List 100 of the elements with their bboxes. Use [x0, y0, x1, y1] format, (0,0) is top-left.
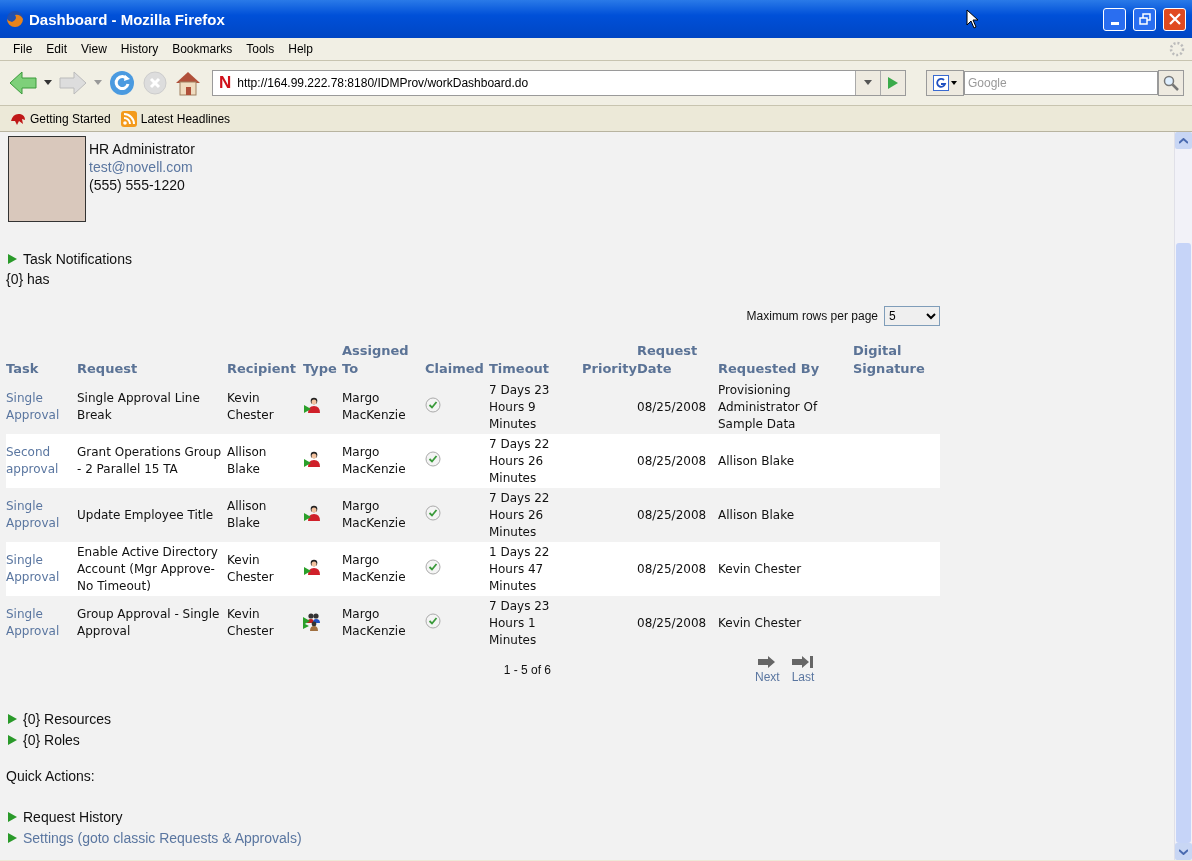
settings-link[interactable]: Settings (goto classic Requests & Approvals) — [23, 829, 302, 846]
table-cell: 1 Days 22 Hours 47 Minutes — [489, 542, 582, 596]
task-link[interactable]: Single Approval — [6, 498, 77, 532]
user-flag-icon — [303, 449, 321, 468]
menu-item[interactable]: Bookmarks — [165, 42, 240, 56]
scroll-down-icon[interactable] — [1179, 848, 1188, 855]
column-header[interactable]: Timeout — [489, 342, 582, 380]
column-header[interactable]: Assigned To — [342, 342, 425, 380]
table-cell: Allison Blake — [718, 488, 853, 542]
rows-per-page-label: Maximum rows per page — [746, 309, 878, 323]
throbber-icon — [1168, 40, 1186, 58]
table-cell: 7 Days 22 Hours 26 Minutes — [489, 434, 582, 488]
phone-number: (555) 555-1220 — [89, 176, 186, 194]
last-button[interactable]: Last — [791, 656, 815, 684]
column-header[interactable]: Recipient — [227, 342, 303, 380]
table-cell: Kevin Chester — [718, 542, 853, 596]
column-header[interactable]: Type — [303, 342, 342, 380]
reload-icon[interactable] — [108, 69, 136, 97]
triangle-icon — [8, 253, 17, 264]
table-cell: Kevin Chester — [227, 542, 303, 596]
menu-item[interactable]: Help — [281, 42, 320, 56]
table-cell: Allison Blake — [227, 434, 303, 488]
user-flag-icon — [303, 557, 321, 576]
menu-item[interactable]: View — [74, 42, 114, 56]
section-toggle[interactable]: Task Notifications — [23, 250, 132, 267]
task-link[interactable]: Single Approval — [6, 390, 77, 424]
play-icon — [887, 76, 899, 90]
table-cell: 7 Days 23 Hours 1 Minutes — [489, 596, 582, 650]
caret-icon[interactable] — [44, 80, 52, 86]
table-cell: Kevin Chester — [718, 596, 853, 650]
bookmark-item[interactable]: Getting Started — [10, 110, 111, 127]
caret-icon[interactable] — [951, 81, 957, 85]
menu-item[interactable]: Edit — [39, 42, 75, 56]
minimize-icon — [1110, 21, 1119, 25]
task-link[interactable]: Single Approval — [6, 606, 77, 640]
menu-item[interactable]: Tools — [239, 42, 282, 56]
dropdown-button[interactable] — [855, 71, 880, 95]
search-field[interactable]: Google — [964, 71, 1158, 95]
menu-item[interactable]: History — [113, 42, 166, 56]
column-header[interactable]: Claimed — [425, 342, 489, 380]
table-cell: 7 Days 23 Hours 9 Minutes — [489, 380, 582, 434]
table-cell: Allison Blake — [227, 488, 303, 542]
table-cell: Margo MacKenzie — [342, 488, 425, 542]
restore-icon — [1138, 13, 1151, 25]
cursor-icon — [966, 9, 980, 29]
table-cell: Margo MacKenzie — [342, 380, 425, 434]
window-title: Dashboard - Mozilla Firefox — [29, 10, 226, 28]
caret-icon — [864, 80, 872, 86]
page-range: 1 - 5 of 6 — [502, 663, 551, 677]
section-toggle[interactable]: {0} Roles — [23, 731, 80, 748]
table-cell: Margo MacKenzie — [342, 596, 425, 650]
task-link[interactable]: Single Approval — [6, 552, 77, 586]
user-flag-icon — [303, 503, 321, 522]
restore-button[interactable] — [1133, 7, 1156, 31]
section-toggle[interactable]: {0} Resources — [23, 710, 111, 727]
table-cell: 08/25/2008 — [637, 488, 718, 542]
column-header[interactable]: Task — [6, 342, 77, 380]
go-button[interactable] — [880, 71, 905, 95]
next-button[interactable]: Next — [755, 656, 780, 684]
notification-message: {0} has — [6, 270, 51, 289]
table-cell: Enable Active Directory Account (Mgr Approve-No Timeout) — [77, 542, 227, 596]
bookmark-item[interactable]: Latest Headlines — [120, 110, 231, 127]
browser-logo-icon — [6, 10, 24, 28]
quick-actions-label: Quick Actions: — [6, 768, 96, 786]
search-engine-icon[interactable] — [933, 75, 949, 91]
task-link[interactable]: Second approval — [6, 444, 77, 478]
table-cell: Update Employee Title — [77, 488, 227, 542]
table-cell: 7 Days 22 Hours 26 Minutes — [489, 488, 582, 542]
minimize-button[interactable] — [1103, 7, 1126, 31]
url-text: http://164.99.222.78:8180/IDMProv/workDashboard.do — [237, 76, 530, 90]
table-cell: 08/25/2008 — [637, 542, 718, 596]
close-button[interactable] — [1163, 7, 1186, 31]
email-link[interactable]: test@novell.com — [89, 158, 195, 176]
table-cell: 08/25/2008 — [637, 434, 718, 488]
address-field[interactable]: N http://164.99.222.78:8180/IDMProv/workDashboard.do — [212, 70, 906, 96]
arrow-to-end-icon — [792, 656, 815, 668]
column-header[interactable]: Requested By — [718, 342, 853, 380]
triangle-icon — [8, 713, 17, 724]
search-icon[interactable] — [1163, 75, 1179, 91]
table-cell: Margo MacKenzie — [342, 542, 425, 596]
triangle-icon — [8, 832, 17, 843]
job-title: HR Administrator — [89, 140, 195, 158]
table-cell: 08/25/2008 — [637, 596, 718, 650]
table-cell: Grant Operations Group - 2 Parallel 15 TA — [77, 434, 227, 488]
column-header[interactable]: Digital Signature — [853, 342, 940, 380]
table-cell: Kevin Chester — [227, 596, 303, 650]
column-header[interactable]: Request Date — [637, 342, 718, 380]
menu-item[interactable]: File — [6, 42, 40, 56]
triangle-icon — [8, 734, 17, 745]
action-link[interactable]: Request History — [23, 808, 123, 825]
column-header[interactable]: Request — [77, 342, 227, 380]
column-header[interactable]: Priority — [582, 342, 637, 380]
home-icon[interactable] — [174, 69, 202, 97]
table-cell: 08/25/2008 — [637, 380, 718, 434]
scroll-up-icon[interactable] — [1179, 137, 1188, 144]
back-arrow-icon[interactable] — [8, 70, 38, 96]
arrow-right-icon — [758, 656, 777, 668]
close-icon — [1168, 13, 1181, 25]
site-logo-icon: N — [213, 73, 238, 93]
rows-per-page-select[interactable]: 5 — [884, 306, 940, 326]
